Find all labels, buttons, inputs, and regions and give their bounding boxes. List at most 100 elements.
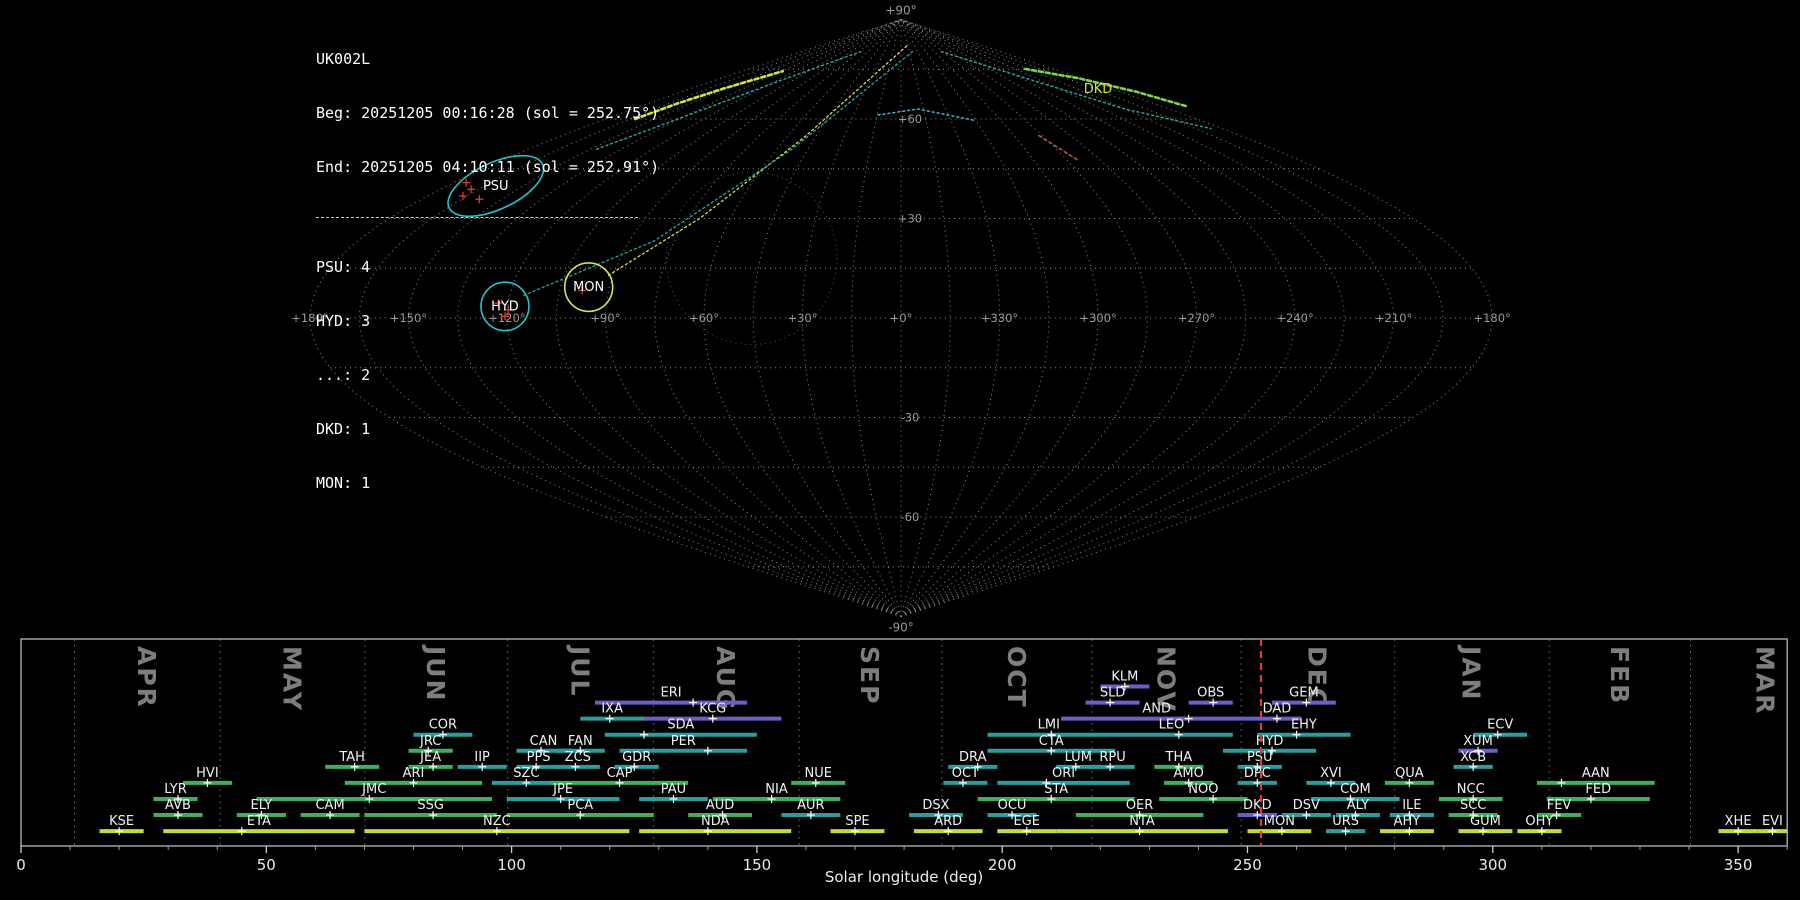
shower-label: XCB — [1460, 750, 1486, 765]
shower-label: CAN — [530, 734, 558, 749]
observation-header: UK002L Beg: 20251205 00:16:28 (sol = 252… — [316, 14, 659, 528]
count-psu: PSU: 4 — [316, 258, 371, 276]
shower-label: SZC — [513, 766, 539, 781]
shower-label: IIP — [474, 750, 490, 765]
shower-label: AUR — [797, 798, 824, 813]
shower-activity-nue: NUE — [791, 766, 846, 787]
radiant-dkd: DKD — [1084, 82, 1113, 97]
tick-label: 50 — [257, 856, 276, 874]
shower-activity-ohy: OHY — [1517, 814, 1562, 836]
pole-label-south: -90° — [888, 621, 914, 635]
shower-label: NCC — [1457, 782, 1485, 797]
shower-label: SSG — [417, 798, 444, 813]
shower-label: NOO — [1188, 782, 1218, 797]
shower-label: EVI — [1762, 814, 1783, 829]
shower-activity-sld: SLD — [1085, 686, 1140, 707]
shower-label: JRC — [419, 734, 441, 749]
shower-label: SCC — [1460, 798, 1486, 813]
month-label: SEP — [855, 646, 884, 705]
shower-activity-ege: EGE — [997, 814, 1057, 836]
shower-activity-oct: OCT — [943, 766, 988, 787]
shower-activity-nta: NTA — [1056, 814, 1228, 836]
shower-activity-leo: LEO — [1110, 718, 1233, 739]
shower-label: SPE — [845, 814, 869, 829]
shower-label: HYD — [1256, 734, 1284, 749]
shower-label: JEA — [419, 750, 441, 765]
station-id: UK002L — [316, 50, 371, 68]
longitude-label: +270° — [1178, 311, 1215, 325]
shower-activity-jmc: JMC — [256, 782, 492, 803]
shower-label: OCU — [998, 798, 1027, 813]
shower-label: FED — [1585, 782, 1611, 797]
tick-label: 150 — [743, 856, 772, 874]
shower-activity-szc: SZC — [491, 766, 561, 787]
shower-label: SDA — [667, 718, 694, 733]
month-label: JUN — [421, 644, 450, 703]
shower-label: ELY — [251, 798, 273, 813]
shower-activity-rpu: RPU — [1090, 750, 1135, 771]
month-label: JUL — [565, 644, 594, 698]
shower-label: ILE — [1402, 798, 1421, 813]
shower-activity-and: AND — [1061, 702, 1253, 723]
shower-label: RPU — [1099, 750, 1125, 765]
shower-label: AND — [1142, 702, 1171, 717]
shower-label: DPC — [1244, 766, 1271, 781]
shower-label: LYR — [164, 782, 187, 797]
longitude-label: +330° — [981, 311, 1018, 325]
month-label: FEB — [1605, 646, 1634, 705]
shower-label: NDA — [701, 814, 730, 829]
shower-label: XVI — [1320, 766, 1342, 781]
shower-activity-noo: NOO — [1159, 782, 1248, 803]
shower-label: URS — [1332, 814, 1359, 829]
shower-label: ARD — [934, 814, 962, 829]
shower-activity-avb: AVB — [153, 798, 203, 820]
radiant-map-and-timeline-chart: +90°-90°+180° +150° +120° +90° +60° +30° +0° +3… — [16, 3, 1788, 886]
shower-activity-aur: AUR — [781, 798, 841, 820]
shower-label: COM — [1340, 782, 1371, 797]
shower-label: TAH — [338, 750, 365, 765]
shower-label: FAN — [568, 734, 593, 749]
shower-label: NIA — [765, 782, 788, 797]
shower-label: DAD — [1263, 702, 1292, 717]
longitude-label: +30° — [787, 311, 817, 325]
shower-label: ZCS — [565, 750, 591, 765]
shower-label: LEO — [1159, 718, 1185, 733]
session-end: End: 20251205 04:10:11 (sol = 252.91°) — [316, 158, 660, 176]
count-dkd: DKD: 1 — [316, 420, 371, 438]
shower-activity-dpc: DPC — [1237, 766, 1277, 787]
shower-label: AVB — [165, 798, 191, 813]
shower-label: KLM — [1111, 670, 1138, 685]
session-begin: Beg: 20251205 00:16:28 (sol = 252.75°) — [316, 104, 660, 122]
longitude-label: +60° — [689, 311, 719, 325]
shower-label: PAU — [661, 782, 686, 797]
meteor-radiant-map-screen: +90° -90° +180° +150° +120° +90° +60° +30° +0° +3… — [0, 0, 1800, 900]
shower-label: GEM — [1289, 686, 1319, 701]
latitude-label: +30 — [898, 211, 922, 225]
shower-label: XUM — [1463, 734, 1493, 749]
radiant-label: DKD — [1084, 82, 1113, 97]
shower-activity-iip: IIP — [457, 750, 507, 771]
month-label: JAN — [1457, 644, 1486, 702]
shower-trail — [1038, 134, 1080, 162]
shower-activity-nda: NDA — [639, 814, 792, 836]
shower-label: PSU — [1247, 750, 1273, 765]
shower-label: GUM — [1470, 814, 1501, 829]
shower-label: PCA — [567, 798, 593, 813]
tick-label: 100 — [497, 856, 526, 874]
shower-label: OCT — [952, 766, 979, 781]
shower-label: STA — [1044, 782, 1068, 797]
shower-label: DKD — [1243, 798, 1272, 813]
shower-activity-gum: GUM — [1458, 814, 1513, 836]
shower-activity-qua: QUA — [1384, 766, 1434, 787]
month-label: MAY — [277, 646, 306, 712]
tick-label: 350 — [1724, 856, 1753, 874]
shower-activity-spe: SPE — [830, 814, 885, 836]
x-axis-title: Solar longitude (deg) — [825, 868, 983, 886]
shower-label: CAM — [315, 798, 344, 813]
shower-activity-jpe: JPE — [506, 782, 620, 803]
shower-label: HVI — [196, 766, 219, 781]
shower-label: FEV — [1547, 798, 1572, 813]
shower-label: JMC — [361, 782, 386, 797]
shower-label: PER — [671, 734, 696, 749]
shower-label: AUD — [706, 798, 734, 813]
